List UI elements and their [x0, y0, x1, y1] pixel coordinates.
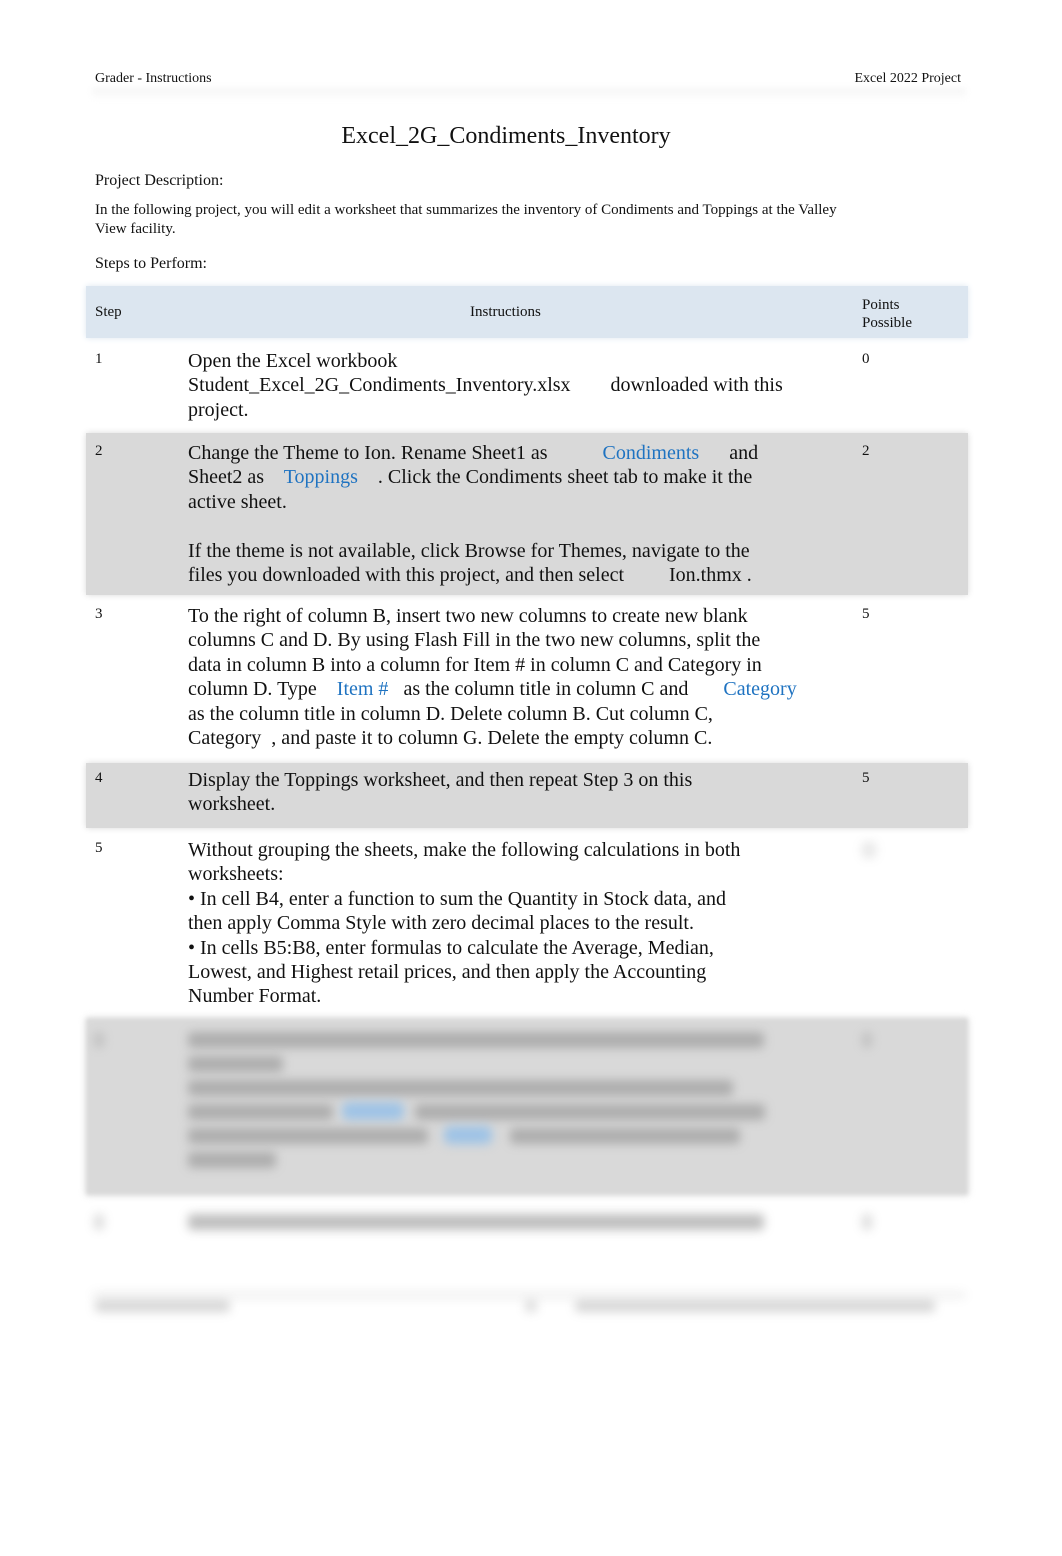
instruction-line: Number Format. [188, 984, 740, 1008]
instruction-text: Display the Toppings worksheet, and then… [188, 769, 693, 791]
header-divider [92, 88, 966, 100]
step-number: 5 [95, 840, 103, 856]
typed-value: Condiments [602, 442, 700, 464]
typed-value: Item # [336, 678, 389, 701]
points-value: 0 [862, 351, 870, 367]
instruction-text: then apply Comma Style with zero decimal… [188, 912, 694, 935]
instruction-text: worksheets: [188, 863, 284, 886]
column-header-instructions: Instructions [470, 304, 541, 320]
points-value: 5 [862, 606, 870, 622]
typed-value: Toppings [283, 466, 358, 489]
column-header-step: Step [95, 304, 122, 320]
instruction-line: as the column title in column D. Delete … [188, 702, 797, 726]
instruction-text: column D. Type [188, 678, 337, 701]
steps-label: Steps to Perform: [95, 255, 207, 272]
instruction-text: as the column title in column C and [388, 678, 724, 701]
instruction-text: data in column B into a column for Item … [188, 653, 762, 676]
instruction-line: column D. Type Item # as the column titl… [188, 677, 797, 701]
instruction-line: then apply Comma Style with zero decimal… [188, 911, 740, 935]
instruction-text: Change the Theme to Ion. Rename Sheet1 a… [188, 442, 603, 464]
instruction-line: Sheet2 as Toppings . Click the Condiment… [188, 465, 758, 489]
instruction-text: To the right of column B, insert two new… [188, 605, 748, 627]
instruction-text: Student_Excel_2G_Condiments_Inventory.xl… [188, 374, 783, 397]
instruction-line: • In cell B4, enter a function to sum th… [188, 887, 740, 911]
description-line: View facility. [95, 221, 176, 237]
instruction-text: Without grouping the sheets, make the fo… [188, 839, 741, 861]
instruction-line: project. [188, 398, 783, 422]
step-instructions: Display the Toppings worksheet, and then… [188, 768, 692, 817]
instruction-text: and [699, 442, 759, 464]
instruction-text: . Click the Condiments sheet tab to make… [357, 466, 753, 489]
step-number: 4 [95, 770, 103, 786]
instruction-line: Lowest, and Highest retail prices, and t… [188, 960, 740, 984]
instruction-line: If the theme is not available, click Bro… [188, 539, 758, 563]
instruction-text: active sheet. [188, 490, 287, 513]
instruction-text: Number Format. [188, 985, 322, 1008]
description-label: Project Description: [95, 172, 224, 189]
instruction-line: Category , and paste it to column G. Del… [188, 726, 797, 750]
page-title: Excel_2G_Condiments_Inventory [341, 123, 671, 149]
description: In the following project, you will edit … [95, 201, 837, 239]
step-instructions: To the right of column B, insert two new… [188, 604, 797, 750]
header-right: Excel 2022 Project [854, 71, 961, 86]
step-number: 3 [95, 606, 103, 622]
instruction-line: worksheets: [188, 862, 740, 886]
instruction-line: active sheet. [188, 490, 758, 514]
instruction-line: Change the Theme to Ion. Rename Sheet1 a… [188, 441, 758, 465]
points-value: 2 [862, 443, 870, 459]
header-left: Grader - Instructions [95, 71, 212, 86]
instruction-line: files you downloaded with this project, … [188, 563, 758, 587]
instruction-text: files you downloaded with this project, … [188, 564, 752, 587]
points-line: Possible [862, 315, 913, 331]
points-line: Points [862, 297, 900, 313]
step-instructions: Open the Excel workbook Student_Excel_2G_… [188, 349, 783, 422]
instruction-line: data in column B into a column for Item … [188, 653, 797, 677]
description-line: In the following project, you will edit … [95, 202, 837, 218]
step-number: 2 [95, 443, 103, 459]
instruction-line: worksheet. [188, 792, 692, 816]
instruction-line: Open the Excel workbook [188, 349, 783, 373]
points-value: 5 [862, 770, 870, 786]
instruction-line: To the right of column B, insert two new… [188, 604, 797, 628]
step-instructions: Change the Theme to Ion. Rename Sheet1 a… [188, 441, 758, 587]
instruction-text: • In cells B5:B8, enter formulas to calc… [188, 936, 714, 959]
instruction-text: Category , and paste it to column G. Del… [188, 727, 713, 750]
instruction-text: as the column title in column D. Delete … [188, 702, 713, 725]
instruction-text: Open the Excel workbook [188, 350, 398, 372]
instruction-line: Display the Toppings worksheet, and then… [188, 768, 692, 792]
instruction-text: columns C and D. By using Flash Fill in … [188, 629, 761, 652]
instruction-line: Without grouping the sheets, make the fo… [188, 838, 740, 862]
typed-value: Category [723, 678, 797, 701]
instruction-line: columns C and D. By using Flash Fill in … [188, 628, 797, 652]
instruction-text: worksheet. [188, 793, 276, 816]
instruction-text: Sheet2 as [188, 466, 284, 489]
instruction-line [188, 514, 758, 538]
step-instructions: Without grouping the sheets, make the fo… [188, 838, 740, 1009]
instruction-text: • In cell B4, enter a function to sum th… [188, 887, 726, 910]
instruction-text: If the theme is not available, click Bro… [188, 539, 750, 562]
instruction-line: Student_Excel_2G_Condiments_Inventory.xl… [188, 373, 783, 397]
instruction-line: • In cells B5:B8, enter formulas to calc… [188, 936, 740, 960]
instruction-text: Lowest, and Highest retail prices, and t… [188, 961, 707, 984]
step-number: 1 [95, 351, 103, 367]
column-header-points: Points Possible [862, 296, 912, 332]
instruction-text: project. [188, 398, 249, 421]
